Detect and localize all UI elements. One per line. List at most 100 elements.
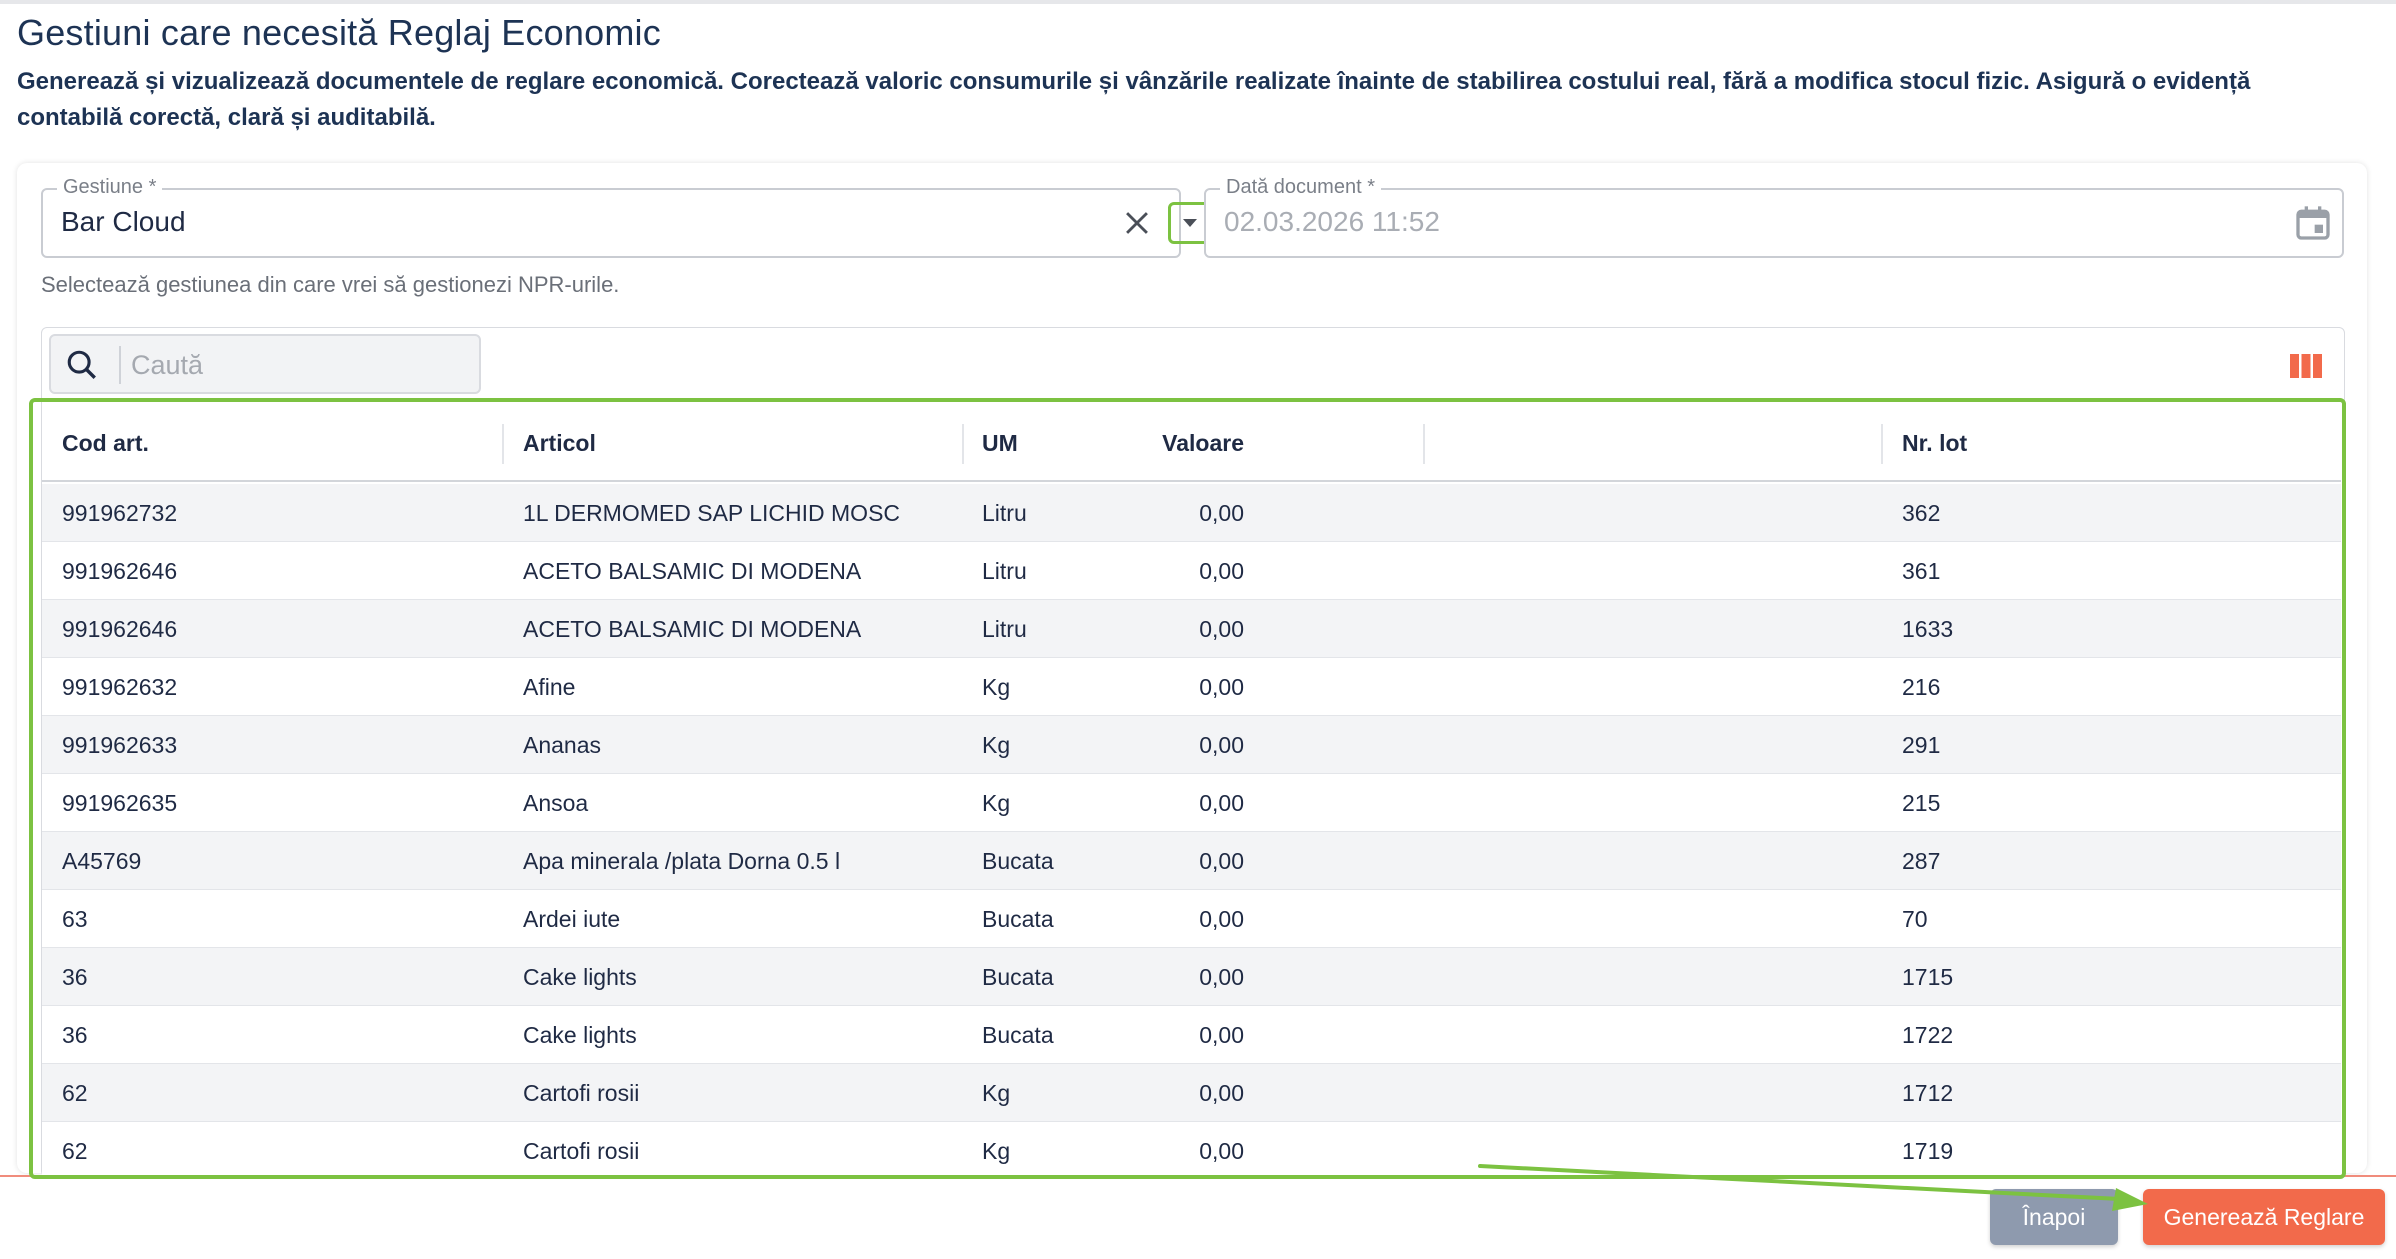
cell-nr-lot: 361 xyxy=(1902,558,1941,584)
table-row[interactable]: 36 Cake lights Bucata 0,00 1722 xyxy=(42,1006,2341,1064)
table-row[interactable]: 62 Cartofi rosii Kg 0,00 1712 xyxy=(42,1064,2341,1122)
cell-nr-lot: 1715 xyxy=(1902,964,1954,990)
header-cod-art[interactable]: Cod art. xyxy=(62,430,149,457)
search-box xyxy=(49,334,481,394)
cell-um: Kg xyxy=(982,732,1011,758)
header-nr-lot[interactable]: Nr. lot xyxy=(1902,430,1967,457)
cell-valoare: 0,00 xyxy=(1199,1022,1244,1048)
cell-cod-art: 62 xyxy=(62,1138,88,1164)
calendar-icon xyxy=(2296,206,2330,240)
cell-um: Bucata xyxy=(982,906,1054,932)
cell-nr-lot: 1633 xyxy=(1902,616,1954,642)
cell-valoare: 0,00 xyxy=(1199,1080,1244,1106)
caret-down-icon xyxy=(1183,219,1197,227)
table-row[interactable]: 991962646 ACETO BALSAMIC DI MODENA Litru 0,… xyxy=(42,600,2341,658)
cell-cod-art: 991962632 xyxy=(62,674,178,700)
table-row[interactable]: 62 Cartofi rosii Kg 0,00 1719 xyxy=(42,1122,2341,1176)
document-date-field: Dată document * 02.03.2026 11:52 xyxy=(1204,176,2344,258)
cell-nr-lot: 291 xyxy=(1902,732,1941,758)
cell-um: Bucata xyxy=(982,964,1054,990)
cell-cod-art: 991962633 xyxy=(62,732,178,758)
cell-articol: Afine xyxy=(523,674,576,700)
column-separator[interactable] xyxy=(1881,424,1883,464)
top-divider xyxy=(0,0,2396,4)
cell-valoare: 0,00 xyxy=(1199,674,1244,700)
cell-nr-lot: 1719 xyxy=(1902,1138,1954,1164)
cell-nr-lot: 362 xyxy=(1902,500,1941,526)
cell-um: Kg xyxy=(982,1138,1011,1164)
cell-valoare: 0,00 xyxy=(1199,790,1244,816)
cell-um: Litru xyxy=(982,558,1027,584)
cell-valoare: 0,00 xyxy=(1199,558,1244,584)
table-row[interactable]: 991962635 Ansoa Kg 0,00 215 xyxy=(42,774,2341,832)
search-separator xyxy=(119,346,121,384)
column-separator[interactable] xyxy=(502,424,504,464)
cell-cod-art: 991962635 xyxy=(62,790,178,816)
cell-nr-lot: 70 xyxy=(1902,906,1928,932)
header-um[interactable]: UM xyxy=(982,430,1018,457)
back-button[interactable]: Înapoi xyxy=(1990,1189,2118,1245)
page-description: Generează și vizualizează documentele de… xyxy=(17,68,2251,131)
cell-cod-art: 62 xyxy=(62,1080,88,1106)
cell-um: Bucata xyxy=(982,848,1054,874)
cell-articol: Ananas xyxy=(523,732,602,758)
table-row[interactable]: 63 Ardei iute Bucata 0,00 70 xyxy=(42,890,2341,948)
cell-nr-lot: 215 xyxy=(1902,790,1941,816)
cell-articol: ACETO BALSAMIC DI MODENA xyxy=(523,616,862,642)
cell-articol: ACETO BALSAMIC DI MODENA xyxy=(523,558,862,584)
cell-um: Litru xyxy=(982,616,1027,642)
cell-cod-art: A45769 xyxy=(62,848,142,874)
columns-icon[interactable] xyxy=(2290,354,2322,378)
cell-articol: 1L DERMOMED SAP LICHID MOSC xyxy=(523,500,901,526)
cell-articol: Apa minerala /plata Dorna 0.5 l xyxy=(523,848,841,874)
npr-table: Cod art. Articol UM Valoare Nr. lot 9919… xyxy=(42,404,2341,1176)
column-separator[interactable] xyxy=(962,424,964,464)
cell-nr-lot: 287 xyxy=(1902,848,1941,874)
gestiune-select[interactable]: Gestiune * Bar Cloud xyxy=(41,176,1212,258)
cell-um: Kg xyxy=(982,674,1011,700)
gestiune-label: Gestiune * xyxy=(57,176,163,199)
cell-articol: Cake lights xyxy=(523,1022,637,1048)
cell-cod-art: 36 xyxy=(62,1022,88,1048)
cell-cod-art: 36 xyxy=(62,964,88,990)
table-row[interactable]: A45769 Apa minerala /plata Dorna 0.5 l Buc… xyxy=(42,832,2341,890)
cell-articol: Ardei iute xyxy=(523,906,621,932)
table-row[interactable]: 36 Cake lights Bucata 0,00 1715 xyxy=(42,948,2341,1006)
cell-um: Kg xyxy=(982,1080,1011,1106)
cell-valoare: 0,00 xyxy=(1199,732,1244,758)
table-row[interactable]: 991962732 1L DERMOMED SAP LICHID MOSC Litr… xyxy=(42,484,2341,542)
cell-valoare: 0,00 xyxy=(1199,500,1244,526)
table-row[interactable]: 991962646 ACETO BALSAMIC DI MODENA Litru 0,… xyxy=(42,542,2341,600)
cell-nr-lot: 216 xyxy=(1902,674,1941,700)
cell-valoare: 0,00 xyxy=(1199,616,1244,642)
cell-nr-lot: 1712 xyxy=(1902,1080,1954,1106)
cell-um: Kg xyxy=(982,790,1011,816)
search-input[interactable] xyxy=(131,344,471,386)
cell-valoare: 0,00 xyxy=(1199,906,1244,932)
close-icon[interactable] xyxy=(1120,206,1154,240)
cell-valoare: 0,00 xyxy=(1199,964,1244,990)
cell-valoare: 0,00 xyxy=(1199,1138,1244,1164)
search-icon xyxy=(67,350,96,379)
table-row[interactable]: 991962632 Afine Kg 0,00 216 xyxy=(42,658,2341,716)
cell-cod-art: 991962646 xyxy=(62,558,178,584)
header-articol[interactable]: Articol xyxy=(523,430,596,457)
cell-um: Litru xyxy=(982,500,1027,526)
cell-articol: Cartofi rosii xyxy=(523,1138,640,1164)
table-header: Cod art. Articol UM Valoare Nr. lot xyxy=(42,404,2341,482)
generate-adjustment-button[interactable]: Generează Reglare xyxy=(2143,1189,2385,1245)
header-valoare[interactable]: Valoare xyxy=(1162,430,1244,457)
cell-cod-art: 991962646 xyxy=(62,616,178,642)
column-separator[interactable] xyxy=(1423,424,1425,464)
gestiune-helper-text: Selectează gestiunea din care vrei să ge… xyxy=(41,272,620,297)
cell-um: Bucata xyxy=(982,1022,1054,1048)
cell-articol: Ansoa xyxy=(523,790,589,816)
cell-valoare: 0,00 xyxy=(1199,848,1244,874)
table-row[interactable]: 991962633 Ananas Kg 0,00 291 xyxy=(42,716,2341,774)
document-date-label: Dată document * xyxy=(1220,176,1381,199)
cell-articol: Cake lights xyxy=(523,964,637,990)
cell-nr-lot: 1722 xyxy=(1902,1022,1954,1048)
document-date-value: 02.03.2026 11:52 xyxy=(1224,206,1440,237)
gestiune-value: Bar Cloud xyxy=(61,206,186,237)
page-title: Gestiuni care necesită Reglaj Economic xyxy=(17,12,661,53)
